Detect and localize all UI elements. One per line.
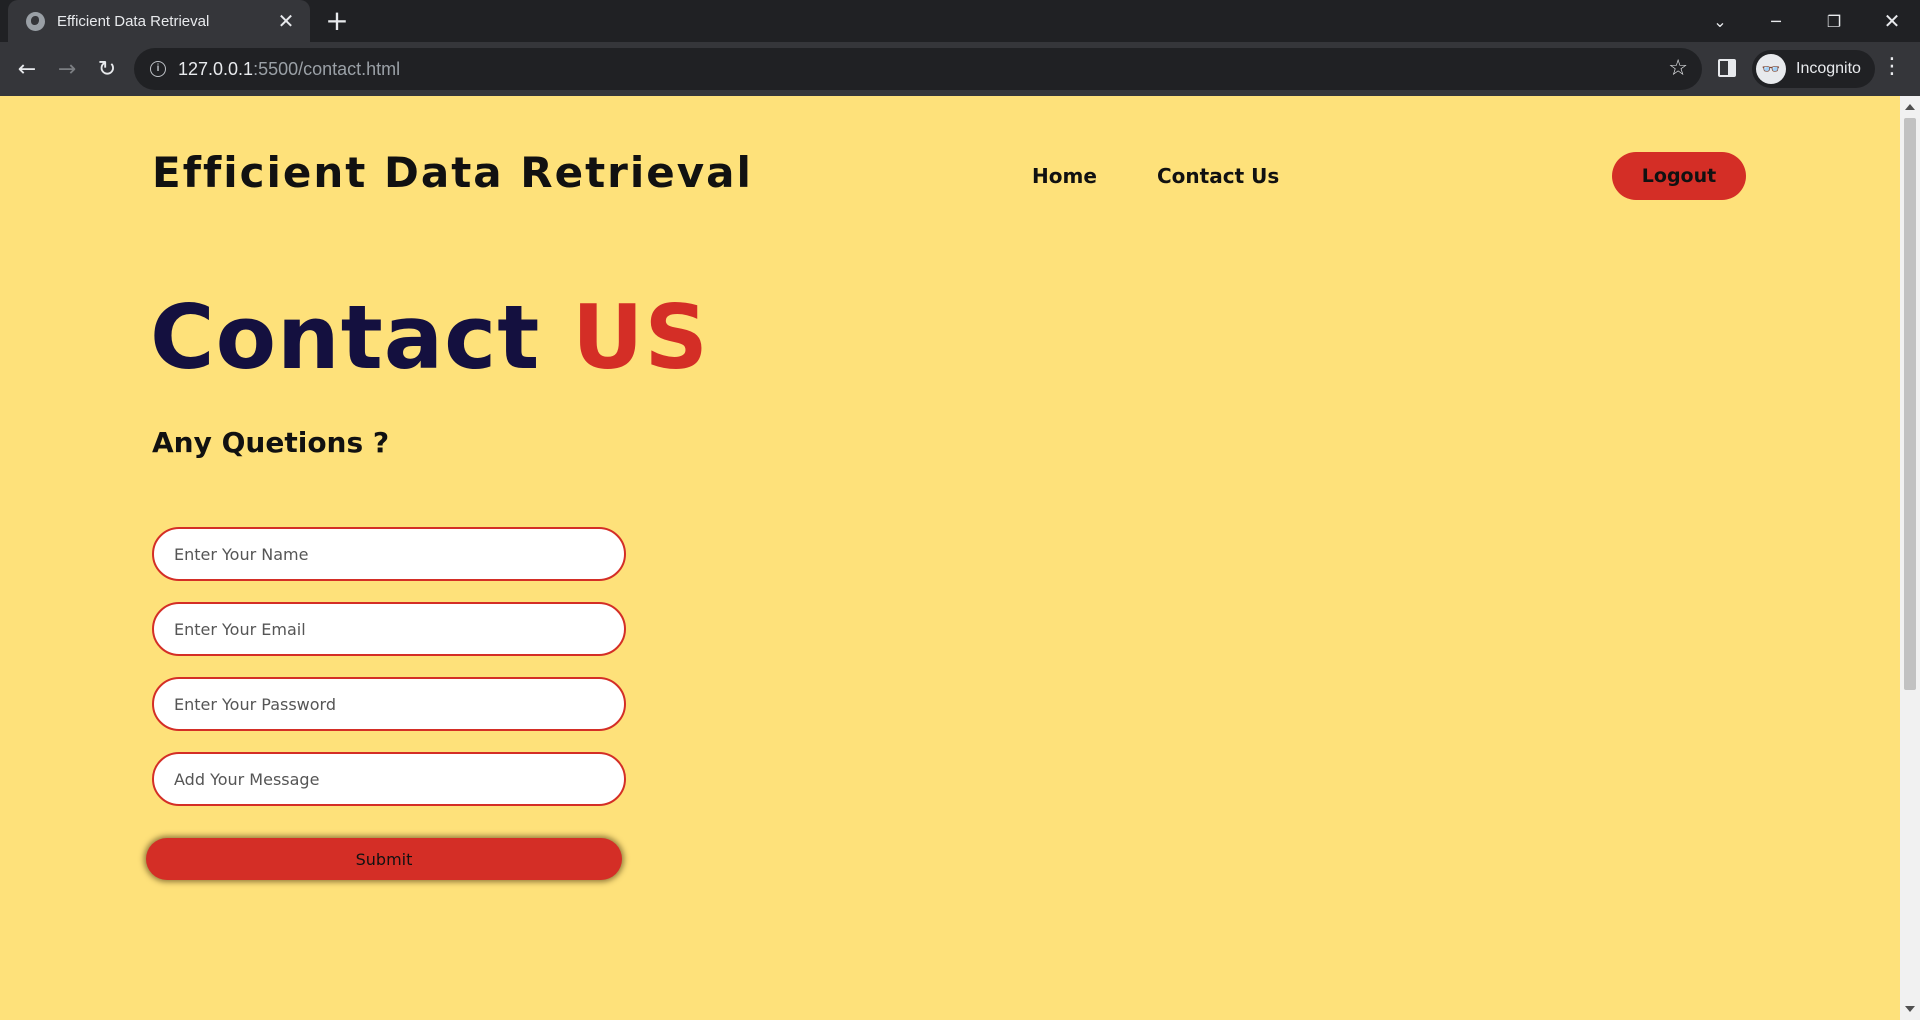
forward-icon[interactable]: → xyxy=(50,52,84,86)
nav-link-contact-us[interactable]: Contact Us xyxy=(1157,164,1279,188)
side-panel-icon[interactable] xyxy=(1718,59,1736,77)
incognito-icon: 👓 xyxy=(1756,54,1786,84)
url-host: 127.0.0.1 xyxy=(178,58,254,79)
logout-button[interactable]: Logout xyxy=(1612,152,1746,200)
scroll-up-icon[interactable] xyxy=(1905,104,1915,110)
window-close-icon[interactable]: ✕ xyxy=(1864,0,1920,42)
restore-icon[interactable]: ❐ xyxy=(1806,0,1862,42)
password-input[interactable] xyxy=(152,677,626,731)
name-input[interactable] xyxy=(152,527,626,581)
minimize-icon[interactable]: ─ xyxy=(1748,0,1804,42)
browser-tab[interactable]: Efficient Data Retrieval ✕ xyxy=(8,0,310,42)
page-subtitle: Any Quetions ? xyxy=(152,426,390,459)
email-input[interactable] xyxy=(152,602,626,656)
new-tab-button[interactable]: + xyxy=(322,6,352,36)
page-title-contact: Contact xyxy=(150,286,541,389)
kebab-menu-icon[interactable]: ⋮ xyxy=(1880,54,1904,79)
tab-title: Efficient Data Retrieval xyxy=(57,12,210,30)
nav-link-home[interactable]: Home xyxy=(1032,164,1097,188)
tab-search-icon[interactable]: ⌄ xyxy=(1692,0,1748,42)
address-bar[interactable]: i 127.0.0.1:5500/contact.html ☆ xyxy=(134,48,1702,90)
url-text: 127.0.0.1:5500/contact.html xyxy=(178,59,400,80)
scroll-down-icon[interactable] xyxy=(1905,1006,1915,1012)
globe-icon xyxy=(26,11,45,31)
page-title-us: US xyxy=(572,286,709,389)
back-icon[interactable]: ← xyxy=(10,52,44,86)
url-path: :5500/contact.html xyxy=(253,58,401,79)
profile-button[interactable]: 👓 Incognito xyxy=(1752,50,1875,88)
page-title: Contact US xyxy=(150,286,709,389)
profile-label: Incognito xyxy=(1796,60,1861,77)
message-input[interactable] xyxy=(152,752,626,806)
page-viewport: Efficient Data Retrieval Home Contact Us… xyxy=(0,96,1900,1020)
close-icon[interactable]: ✕ xyxy=(276,11,296,31)
reload-icon[interactable]: ↻ xyxy=(90,52,124,86)
site-brand[interactable]: Efficient Data Retrieval xyxy=(152,148,753,197)
info-icon[interactable]: i xyxy=(150,61,166,77)
browser-toolbar: ← → ↻ i 127.0.0.1:5500/contact.html ☆ 👓 … xyxy=(0,42,1920,96)
page-scrollbar[interactable] xyxy=(1900,96,1920,1020)
tab-strip: Efficient Data Retrieval ✕ + ⌄ ─ ❐ ✕ xyxy=(0,0,1920,42)
star-icon[interactable]: ☆ xyxy=(1668,56,1688,81)
scroll-thumb[interactable] xyxy=(1904,118,1916,690)
submit-button[interactable]: Submit xyxy=(146,838,622,880)
